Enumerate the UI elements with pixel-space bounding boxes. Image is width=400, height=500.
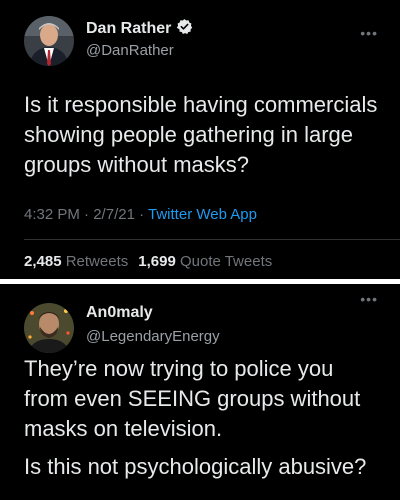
tweet-card-anomaly: An0maly @LegendaryEnergy ••• They’re now…	[0, 284, 400, 500]
verified-badge-icon	[176, 18, 193, 40]
avatar[interactable]	[24, 16, 74, 66]
quote-tweets-label: Quote Tweets	[179, 253, 273, 270]
display-name[interactable]: An0maly	[86, 304, 153, 322]
display-name-text: An0maly	[86, 304, 153, 321]
tweet-source-link[interactable]: Twitter Web App	[148, 206, 257, 223]
quote-tweets-count: 1,699	[138, 253, 176, 270]
quote-tweets-stat[interactable]: 1,699 Quote Tweets	[138, 253, 272, 270]
avatar-image-icon	[24, 303, 74, 353]
meta-separator: ·	[84, 206, 94, 223]
tweet-text-paragraph-2: Is this not psychologically abusive?	[24, 454, 367, 479]
tweet-card-dan-rather: Dan Rather @DanRather ••• Is it responsi…	[0, 0, 400, 279]
tweet-text: Is it responsible having commercials sho…	[24, 92, 378, 177]
engagement-stats: 2,485 Retweets 1,699 Quote Tweets	[24, 253, 272, 270]
display-name[interactable]: Dan Rather	[86, 18, 193, 40]
user-handle[interactable]: @LegendaryEnergy	[86, 328, 220, 345]
more-options-icon[interactable]: •••	[360, 292, 378, 306]
retweets-stat[interactable]: 2,485 Retweets	[24, 253, 128, 270]
tweet-time[interactable]: 4:32 PM	[24, 206, 80, 223]
avatar-image-icon	[24, 16, 74, 66]
tweet-date[interactable]: 2/7/21	[93, 206, 135, 223]
tweet-text: They’re now trying to police you from ev…	[24, 354, 380, 482]
divider	[24, 239, 400, 240]
tweet-text-paragraph-1: They’re now trying to police you from ev…	[24, 356, 361, 441]
retweets-count: 2,485	[24, 253, 62, 270]
meta-separator: ·	[139, 206, 149, 223]
tweet-meta: 4:32 PM · 2/7/21 · Twitter Web App	[24, 206, 257, 223]
display-name-text: Dan Rather	[86, 20, 172, 37]
user-handle[interactable]: @DanRather	[86, 42, 174, 59]
retweets-label: Retweets	[65, 253, 129, 270]
more-options-icon[interactable]: •••	[360, 26, 378, 40]
avatar[interactable]	[24, 303, 74, 353]
